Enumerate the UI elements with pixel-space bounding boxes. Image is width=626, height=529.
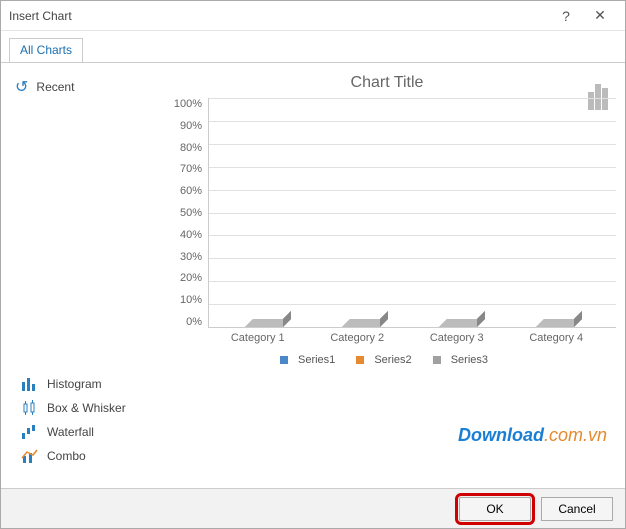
insert-chart-dialog: Insert Chart ? ✕ All Charts ↺ Recent Cha…	[0, 0, 626, 529]
histogram-icon	[21, 376, 39, 392]
titlebar: Insert Chart ? ✕	[1, 1, 625, 31]
sidebar-item-box-whisker[interactable]: Box & Whisker	[15, 396, 617, 420]
chart-type-sidebar: ↺ Recent	[9, 71, 149, 368]
legend-label: Series1	[298, 354, 335, 366]
legend-label: Series2	[374, 354, 411, 366]
x-tick: Category 2	[327, 332, 387, 344]
legend-item-series3: Series3	[433, 354, 494, 366]
chart-plot-area: 100% 90% 80% 70% 60% 50% 40% 30% 20% 10%…	[158, 98, 616, 328]
legend-label: Series3	[451, 354, 488, 366]
sidebar-item-label: Waterfall	[47, 425, 94, 439]
sidebar-item-recent[interactable]: ↺ Recent	[9, 71, 149, 101]
sidebar-item-waterfall[interactable]: Waterfall	[15, 420, 617, 444]
y-tick: 80%	[180, 142, 202, 154]
x-axis: Category 1 Category 2 Category 3 Category 4	[158, 328, 616, 344]
waterfall-icon	[21, 424, 39, 440]
x-tick: Category 1	[228, 332, 288, 344]
sidebar-item-histogram[interactable]: Histogram	[15, 372, 617, 396]
y-tick: 100%	[174, 98, 202, 110]
close-button[interactable]: ✕	[583, 7, 617, 24]
legend: Series1 Series2 Series3	[158, 354, 616, 367]
chart-preview: Chart Title 100% 90% 80% 70% 60% 50% 40%…	[157, 71, 617, 368]
y-tick: 40%	[180, 229, 202, 241]
combo-icon	[21, 448, 39, 464]
y-tick: 90%	[180, 120, 202, 132]
y-tick: 20%	[180, 272, 202, 284]
y-tick: 30%	[180, 251, 202, 263]
sidebar-item-label: Histogram	[47, 377, 102, 391]
dialog-title: Insert Chart	[9, 9, 549, 23]
tab-all-charts[interactable]: All Charts	[9, 38, 83, 63]
box-whisker-icon	[21, 400, 39, 416]
plot	[208, 98, 616, 328]
y-tick: 0%	[186, 316, 202, 328]
recent-icon: ↺	[15, 77, 28, 97]
dialog-body: ↺ Recent Chart Title 100% 90% 80% 70% 60…	[1, 62, 625, 488]
sidebar-item-label: Recent	[36, 80, 74, 94]
legend-item-series1: Series1	[280, 354, 341, 366]
y-tick: 10%	[180, 294, 202, 306]
help-button[interactable]: ?	[549, 8, 583, 24]
sidebar-item-combo[interactable]: Combo	[15, 444, 617, 468]
dialog-footer: OK Cancel	[1, 488, 625, 528]
tab-strip: All Charts	[1, 31, 625, 62]
y-tick: 60%	[180, 185, 202, 197]
x-tick: Category 3	[427, 332, 487, 344]
y-axis: 100% 90% 80% 70% 60% 50% 40% 30% 20% 10%…	[158, 98, 208, 328]
chart-title: Chart Title	[158, 74, 616, 92]
chart-type-list-bottom: Histogram Box & Whisker Waterfall Combo	[9, 368, 617, 468]
y-tick: 50%	[180, 207, 202, 219]
bars-container	[209, 98, 616, 327]
legend-item-series2: Series2	[356, 354, 417, 366]
ok-button[interactable]: OK	[459, 497, 531, 521]
y-tick: 70%	[180, 163, 202, 175]
sidebar-item-label: Combo	[47, 449, 86, 463]
cancel-button[interactable]: Cancel	[541, 497, 613, 521]
x-tick: Category 4	[526, 332, 586, 344]
sidebar-item-label: Box & Whisker	[47, 401, 126, 415]
